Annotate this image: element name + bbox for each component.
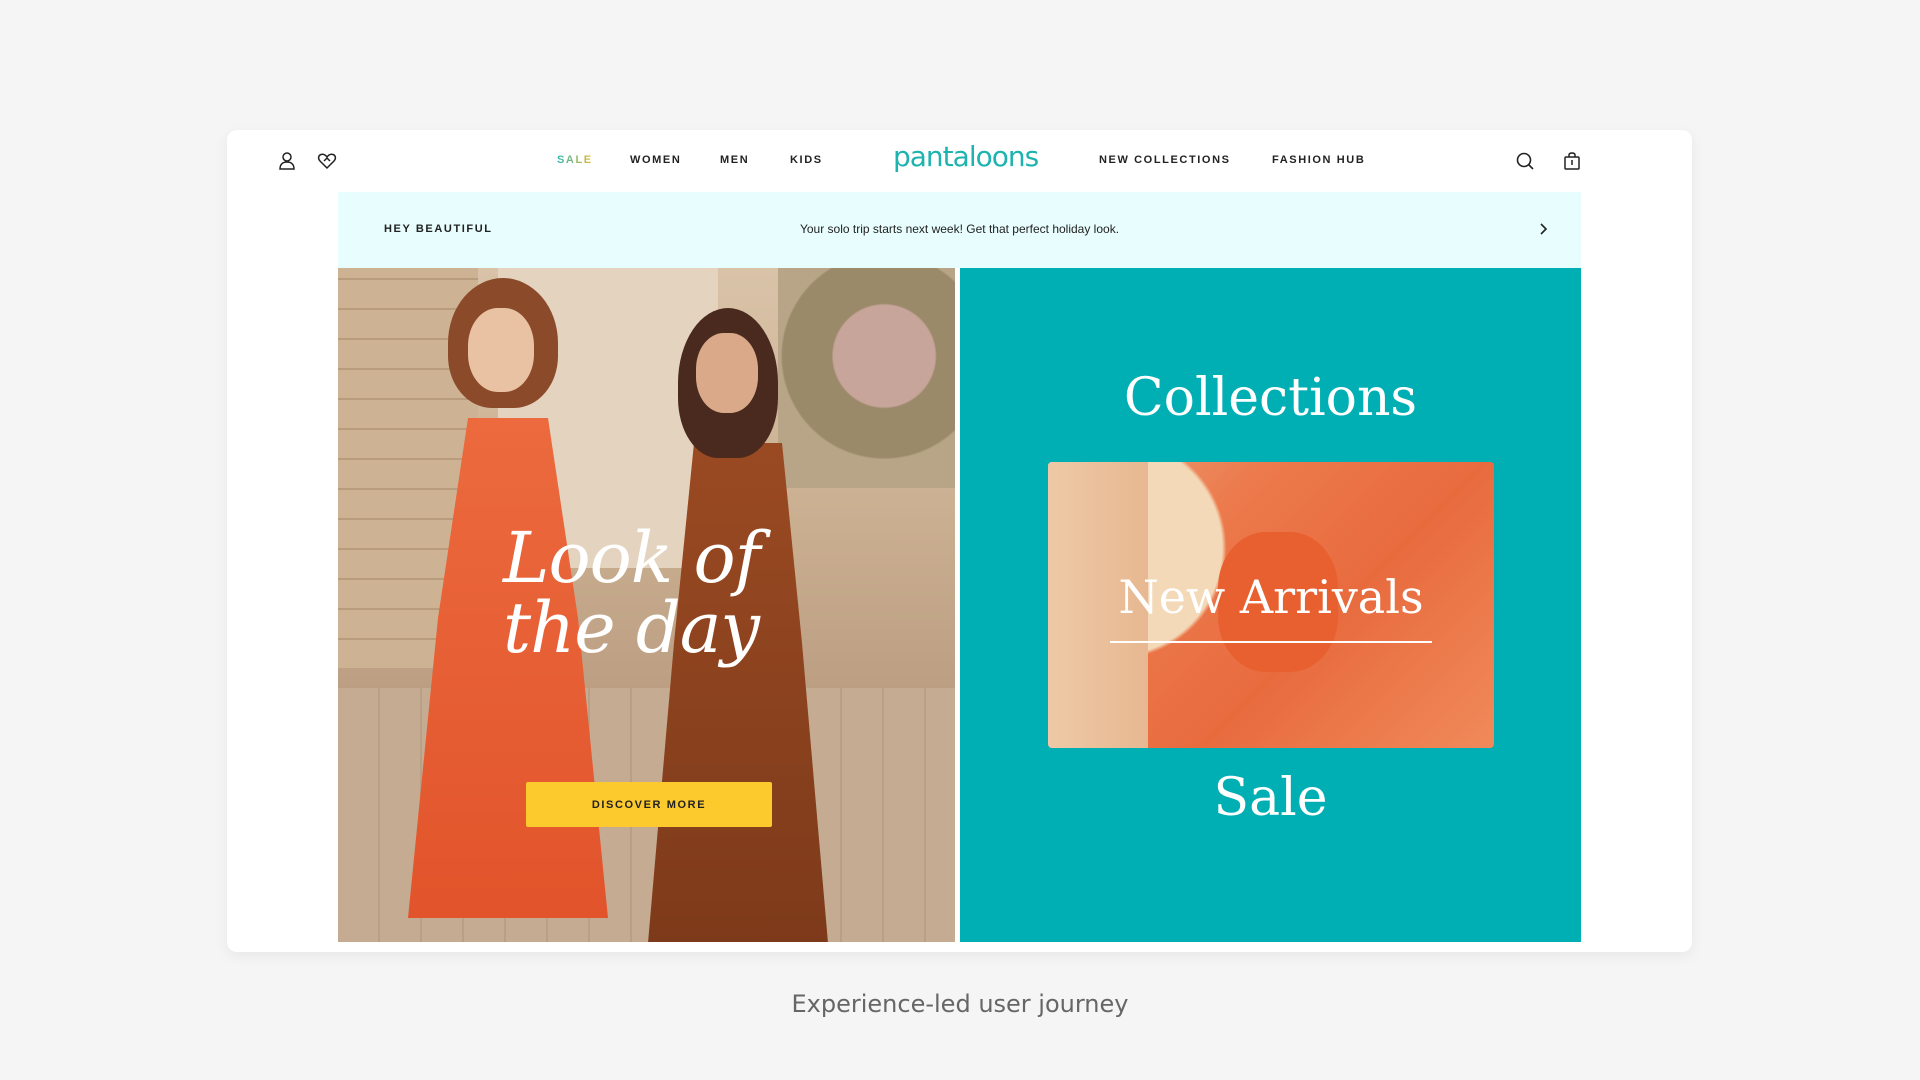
announcement-message: Your solo trip starts next week! Get tha… bbox=[799, 222, 1120, 236]
wishlist-heart-icon[interactable] bbox=[316, 150, 338, 172]
nav-fashion-hub[interactable]: FASHION HUB bbox=[1272, 154, 1365, 166]
nav-kids[interactable]: KIDS bbox=[790, 154, 823, 166]
hero-look-of-the-day: Look of the day DISCOVER MORE bbox=[338, 268, 955, 942]
sale-link[interactable]: Sale bbox=[960, 768, 1581, 828]
brand-logo[interactable]: pantaloons bbox=[893, 140, 1039, 173]
announcement-bar: HEY BEAUTIFUL Your solo trip starts next… bbox=[338, 192, 1581, 268]
new-arrivals-card[interactable]: New Arrivals bbox=[1048, 462, 1494, 748]
shopping-bag-icon[interactable] bbox=[1561, 150, 1583, 172]
chevron-right-icon[interactable] bbox=[1534, 220, 1552, 238]
nav-men[interactable]: MEN bbox=[720, 154, 749, 166]
new-arrivals-label[interactable]: New Arrivals bbox=[1048, 570, 1494, 624]
hero-photo-foliage bbox=[778, 268, 955, 488]
top-navigation: SALE WOMEN MEN KIDS pantaloons NEW COLLE… bbox=[227, 130, 1692, 192]
nav-sale[interactable]: SALE bbox=[557, 154, 593, 166]
slide-caption: Experience-led user journey bbox=[791, 990, 1129, 1018]
nav-new-collections[interactable]: NEW COLLECTIONS bbox=[1099, 154, 1231, 166]
website-frame: SALE WOMEN MEN KIDS pantaloons NEW COLLE… bbox=[227, 130, 1692, 952]
model-face bbox=[468, 308, 534, 392]
hero-headline: Look of the day bbox=[503, 523, 863, 663]
search-icon[interactable] bbox=[1514, 150, 1536, 172]
model-face bbox=[696, 333, 758, 413]
user-icon[interactable] bbox=[276, 150, 298, 172]
collections-panel: Collections New Arrivals Sale bbox=[960, 268, 1581, 942]
hero-headline-line-1: Look of bbox=[503, 517, 761, 599]
collections-title[interactable]: Collections bbox=[960, 368, 1581, 428]
discover-more-button[interactable]: DISCOVER MORE bbox=[526, 782, 772, 827]
nav-women[interactable]: WOMEN bbox=[630, 154, 681, 166]
hero-headline-line-2: the day bbox=[503, 587, 760, 669]
new-arrivals-underline bbox=[1110, 641, 1432, 643]
